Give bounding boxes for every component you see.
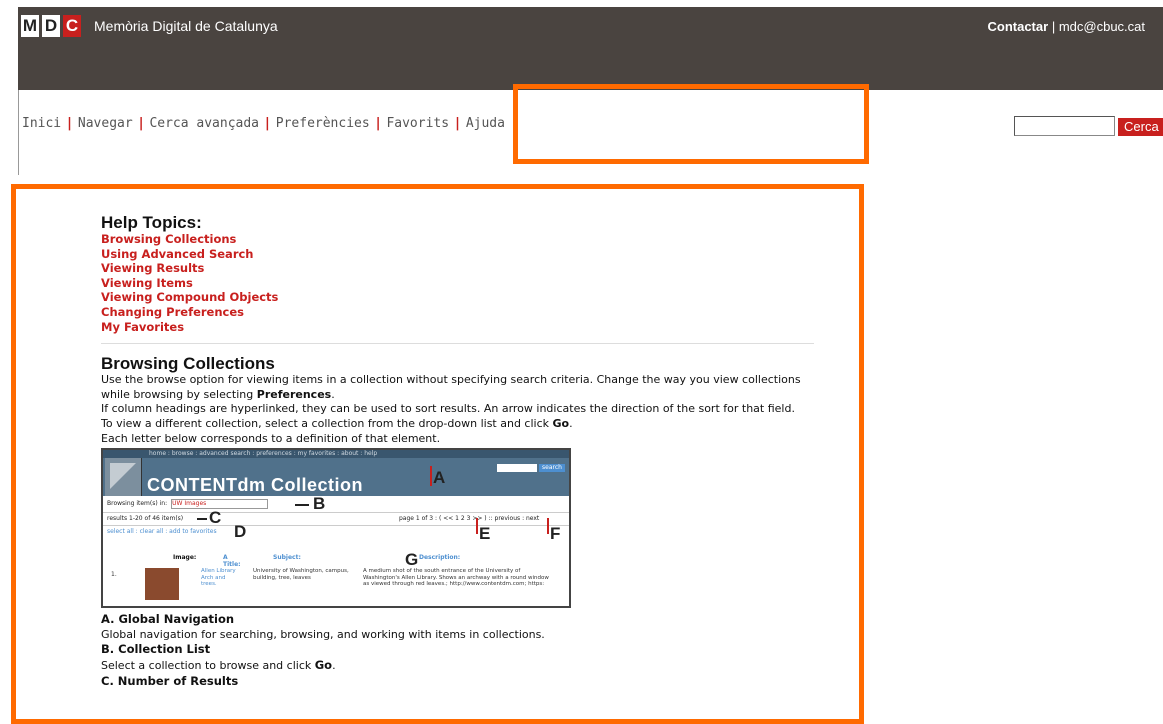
marker-a xyxy=(430,466,432,487)
definition-desc: Global navigation for searching, browsin… xyxy=(101,627,545,641)
definition-term: A. Global Navigation xyxy=(101,612,235,627)
nav-separator: | xyxy=(138,116,144,131)
nav-item-preferencies[interactable]: Preferències xyxy=(276,116,370,131)
example-screenshot: home : browse : advanced search : prefer… xyxy=(101,448,571,609)
email-link[interactable]: mdc@cbuc.cat xyxy=(1059,19,1145,34)
topic-link[interactable]: Viewing Results xyxy=(101,261,816,276)
left-divider xyxy=(18,90,19,175)
nav-item-navegar[interactable]: Navegar xyxy=(78,116,133,131)
topic-link[interactable]: Changing Preferences xyxy=(101,305,816,320)
contact-separator: | xyxy=(1051,19,1056,34)
highlight-box-nav xyxy=(513,84,869,164)
shot-row-number: 1. xyxy=(111,571,117,579)
shot-header: CONTENTdm Collection search xyxy=(103,458,569,497)
shot-topnav: home : browse : advanced search : prefer… xyxy=(103,450,569,459)
help-topics-list: Browsing Collections Using Advanced Sear… xyxy=(101,232,816,334)
logo-letter-m: M xyxy=(21,15,39,37)
nav-item-ajuda[interactable]: Ajuda xyxy=(466,116,505,131)
definitions: A. Global Navigation Global navigation f… xyxy=(101,612,816,689)
main-nav: Inici | Navegar | Cerca avançada | Preferèncie… xyxy=(22,116,505,131)
shot-thumbnail xyxy=(145,568,179,601)
nav-separator: | xyxy=(375,116,381,131)
nav-item-inici[interactable]: Inici xyxy=(22,116,61,131)
shot-search-button: search xyxy=(539,464,565,473)
shot-actions: select all : clear all : add to favorite… xyxy=(107,528,217,536)
search-input[interactable] xyxy=(1014,116,1115,136)
marker-b xyxy=(295,504,309,507)
logo-letter-d: D xyxy=(42,15,60,37)
marker-f xyxy=(547,518,549,535)
topic-link[interactable]: Viewing Compound Objects xyxy=(101,290,816,305)
browsing-text: Use the browse option for viewing items … xyxy=(101,373,801,445)
label-c: C xyxy=(209,508,222,528)
shot-browse-row: Browsing item(s) in: UW Images xyxy=(103,496,569,514)
nav-item-cerca-avancada[interactable]: Cerca avançada xyxy=(149,116,259,131)
label-f: F xyxy=(550,524,561,544)
topic-link[interactable]: Viewing Items xyxy=(101,276,816,291)
site-name: Memòria Digital de Catalunya xyxy=(94,18,278,34)
label-e: E xyxy=(479,524,491,544)
shot-row-subject: University of Washington, campus, buildi… xyxy=(253,568,349,581)
search-button[interactable]: Cerca xyxy=(1118,118,1163,136)
logo-letter-c: C xyxy=(63,15,81,37)
contact-link[interactable]: Contactar xyxy=(988,19,1049,34)
label-a: A xyxy=(433,468,446,488)
help-content: Help Topics: Browsing Collections Using … xyxy=(101,213,816,689)
shot-title: CONTENTdm Collection xyxy=(147,475,363,496)
marker-e xyxy=(476,518,478,535)
browsing-heading: Browsing Collections xyxy=(101,354,275,374)
topic-link[interactable]: Using Advanced Search xyxy=(101,247,816,262)
shot-search-input xyxy=(497,464,537,473)
definition-term: B. Collection List xyxy=(101,642,211,657)
nav-separator: | xyxy=(455,116,460,131)
shot-logo-icon xyxy=(105,458,142,497)
section-divider xyxy=(101,343,814,345)
definition-desc: Select a collection to browse and click … xyxy=(101,657,336,672)
shot-row-title: Allen Library Arch and trees. xyxy=(201,568,236,588)
label-b: B xyxy=(313,494,326,514)
header-contact: Contactar | mdc@cbuc.cat xyxy=(988,19,1146,34)
nav-separator: | xyxy=(265,116,270,131)
site-logo[interactable]: M D C Memòria Digital de Catalunya xyxy=(21,15,278,37)
topic-link[interactable]: My Favorites xyxy=(101,320,816,335)
nav-separator: | xyxy=(67,116,72,131)
label-d: D xyxy=(234,522,247,542)
definition-term: C. Number of Results xyxy=(101,673,239,688)
shot-columns: Image: A Title: Subject: Description: xyxy=(173,554,461,569)
label-g: G xyxy=(405,550,419,570)
nav-item-favorits[interactable]: Favorits xyxy=(386,116,449,131)
help-topics-heading: Help Topics: xyxy=(101,213,202,232)
shot-row-description: A medium shot of the south entrance of t… xyxy=(363,568,549,588)
marker-c xyxy=(197,518,207,521)
topic-link[interactable]: Browsing Collections xyxy=(101,232,816,247)
shot-select: UW Images xyxy=(171,498,269,509)
shot-results-row: results 1-20 of 46 item(s) page 1 of 3 :… xyxy=(103,513,569,527)
